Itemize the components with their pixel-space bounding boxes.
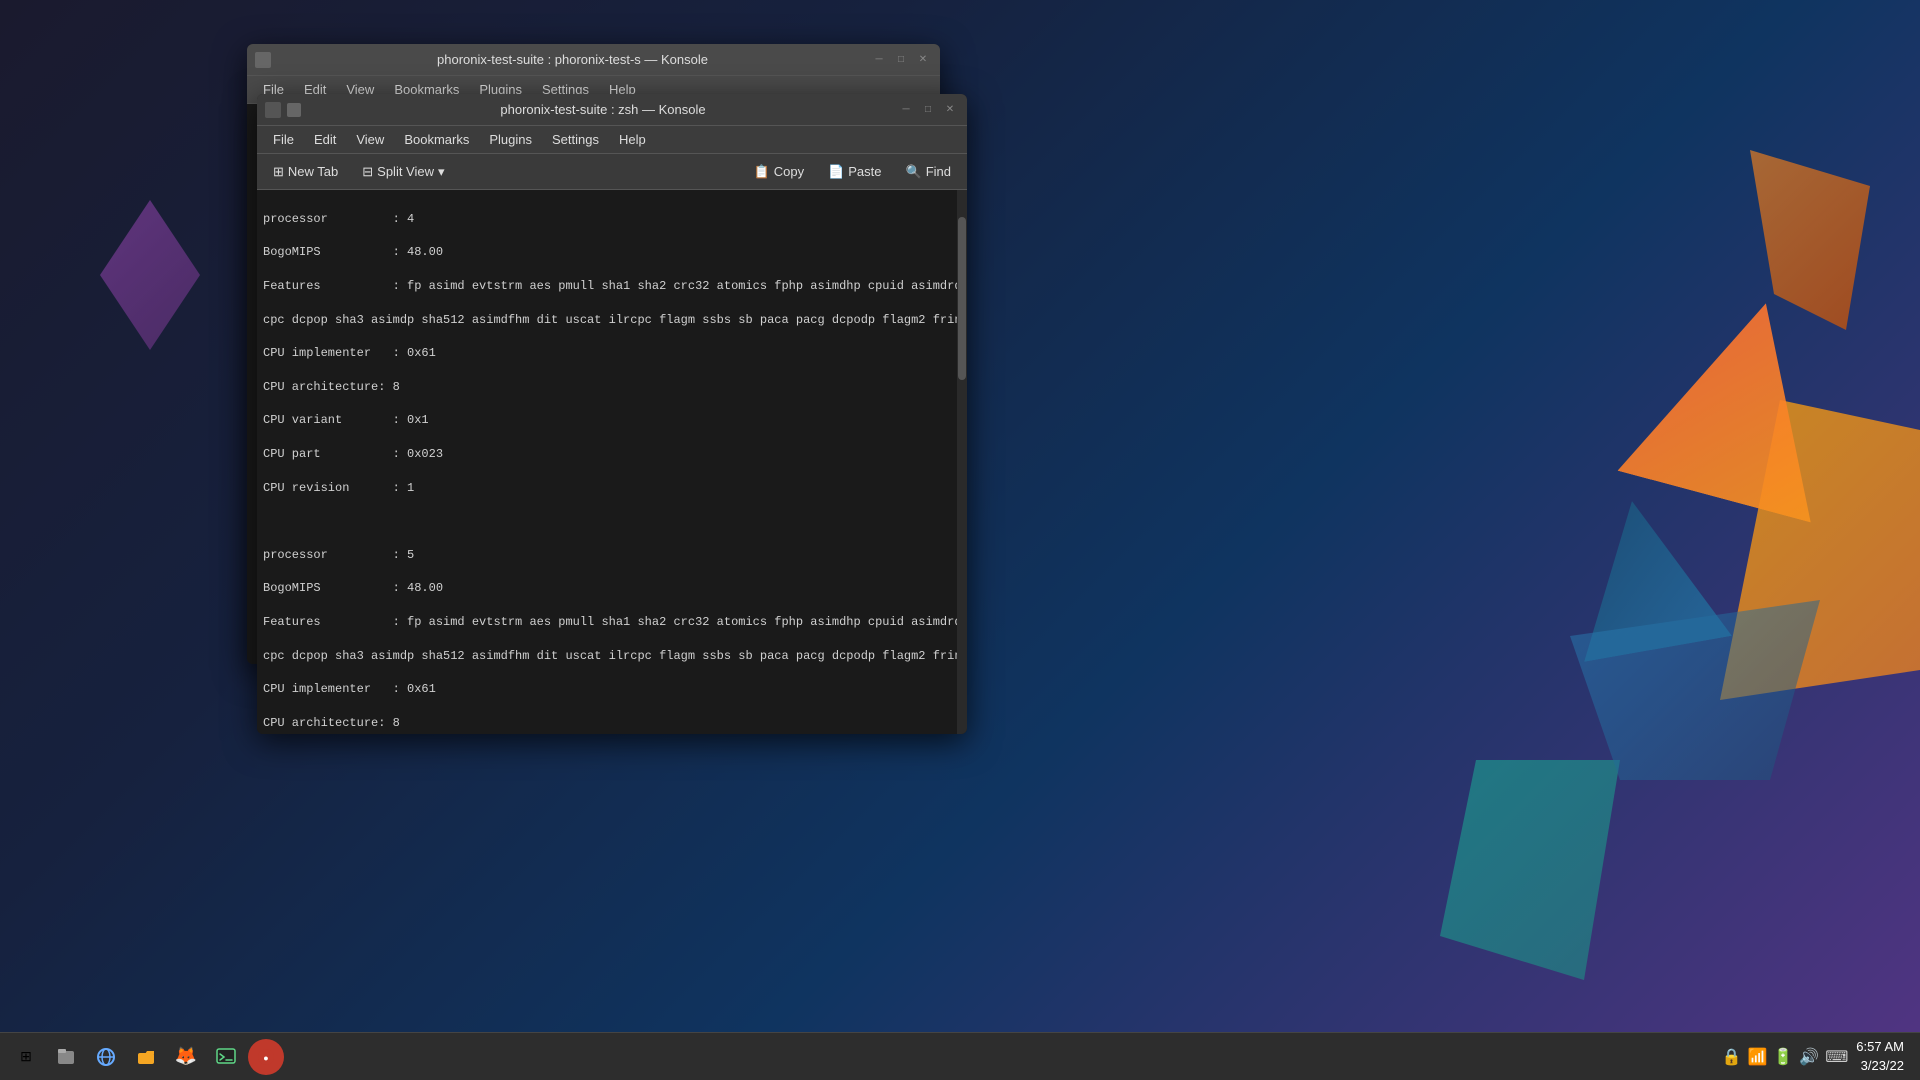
taskbar-browser-icon[interactable]: [88, 1039, 124, 1075]
term-line-16: CPU architecture: 8: [263, 715, 961, 732]
desktop: phoronix-test-suite : phoronix-test-s — …: [0, 0, 1920, 1080]
split-view-button[interactable]: ⊟ Split View ▾: [354, 161, 452, 183]
svg-text:●: ●: [263, 1053, 268, 1063]
close-button-fg[interactable]: ✕: [941, 101, 959, 119]
split-view-arrow: ▾: [438, 164, 445, 180]
maximize-button-fg[interactable]: □: [919, 101, 937, 119]
taskbar-right: 🔒 📶 🔋 🔊 ⌨ 6:57 AM 3/23/22: [1722, 1038, 1912, 1074]
scrollbar-thumb[interactable]: [958, 217, 966, 380]
menu-view-fg[interactable]: View: [348, 130, 392, 149]
find-label: Find: [926, 164, 951, 179]
clock-date: 3/23/22: [1856, 1057, 1904, 1075]
term-line-12: BogoMIPS : 48.00: [263, 580, 961, 597]
find-icon: 🔍: [906, 164, 922, 180]
taskbar-clock[interactable]: 6:57 AM 3/23/22: [1856, 1038, 1904, 1074]
volume-icon: 🔊: [1799, 1047, 1819, 1067]
paste-button[interactable]: 📄 Paste: [820, 161, 889, 183]
term-line-11: processor : 5: [263, 547, 961, 564]
term-line-14: cpc dcpop sha3 asimdp sha512 asimdfhm di…: [263, 648, 961, 665]
copy-icon: 📋: [754, 164, 770, 180]
window-controls-fg[interactable]: ─ □ ✕: [897, 101, 959, 119]
copy-label: Copy: [774, 164, 804, 179]
deco-shape-3: [1750, 150, 1870, 330]
new-tab-button[interactable]: ⊞ New Tab: [265, 161, 346, 183]
term-line-10: [263, 513, 961, 530]
minimize-button-bg[interactable]: ─: [870, 51, 888, 69]
menu-bookmarks-fg[interactable]: Bookmarks: [396, 130, 477, 149]
deco-shape-5: [100, 200, 200, 350]
menu-bar-fg: File Edit View Bookmarks Plugins Setting…: [257, 126, 967, 154]
keyring-icon: 🔒: [1722, 1047, 1742, 1067]
window-title-bg: phoronix-test-suite : phoronix-test-s — …: [275, 52, 870, 67]
paste-label: Paste: [848, 164, 881, 179]
find-button[interactable]: 🔍 Find: [898, 161, 959, 183]
split-view-label: Split View: [377, 164, 434, 179]
term-line-7: CPU variant : 0x1: [263, 412, 961, 429]
new-tab-label: New Tab: [288, 164, 338, 179]
term-line-2: BogoMIPS : 48.00: [263, 244, 961, 261]
term-line-4: cpc dcpop sha3 asimdp sha512 asimdfhm di…: [263, 312, 961, 329]
maximize-button-bg[interactable]: □: [892, 51, 910, 69]
paste-icon: 📄: [828, 164, 844, 180]
menu-plugins-fg[interactable]: Plugins: [481, 130, 540, 149]
window-icon-bg: [255, 52, 271, 68]
terminal-output-fg: processor : 4 BogoMIPS : 48.00 Features …: [257, 190, 967, 734]
menu-file-fg[interactable]: File: [265, 130, 302, 149]
scrollbar[interactable]: [957, 190, 967, 734]
toolbar-fg: ⊞ New Tab ⊟ Split View ▾ 📋 Copy 📄 Paste …: [257, 154, 967, 190]
terminal-content-fg[interactable]: processor : 4 BogoMIPS : 48.00 Features …: [257, 190, 967, 734]
term-line-15: CPU implementer : 0x61: [263, 681, 961, 698]
battery-icon: 🔋: [1773, 1047, 1793, 1067]
taskbar-files-icon[interactable]: [48, 1039, 84, 1075]
taskbar-left: ⊞ 🦊 ●: [8, 1039, 1722, 1075]
term-line-6: CPU architecture: 8: [263, 379, 961, 396]
term-line-9: CPU revision : 1: [263, 480, 961, 497]
term-line-1: processor : 4: [263, 211, 961, 228]
new-tab-icon: ⊞: [273, 164, 284, 180]
network-icon: 📶: [1747, 1047, 1767, 1067]
term-line-3: Features : fp asimd evtstrm aes pmull sh…: [263, 278, 961, 295]
taskbar-firefox-icon[interactable]: 🦊: [168, 1039, 204, 1075]
menu-help-fg[interactable]: Help: [611, 130, 654, 149]
taskbar-app-icon[interactable]: ●: [248, 1039, 284, 1075]
window-icon-fg: [265, 102, 281, 118]
titlebar-bg: phoronix-test-suite : phoronix-test-s — …: [247, 44, 940, 76]
window-icon-fg2: [287, 103, 301, 117]
taskbar: ⊞ 🦊 ● 🔒 📶 🔋 🔊 ⌨: [0, 1032, 1920, 1080]
keyboard-icon: ⌨: [1825, 1047, 1848, 1067]
term-line-13: Features : fp asimd evtstrm aes pmull sh…: [263, 614, 961, 631]
term-line-8: CPU part : 0x023: [263, 446, 961, 463]
menu-edit-fg[interactable]: Edit: [306, 130, 344, 149]
window-title-fg: phoronix-test-suite : zsh — Konsole: [309, 102, 897, 117]
close-button-bg[interactable]: ✕: [914, 51, 932, 69]
taskbar-folder-icon[interactable]: [128, 1039, 164, 1075]
term-line-5: CPU implementer : 0x61: [263, 345, 961, 362]
split-view-icon: ⊟: [362, 164, 373, 180]
titlebar-fg: phoronix-test-suite : zsh — Konsole ─ □ …: [257, 94, 967, 126]
menu-settings-fg[interactable]: Settings: [544, 130, 607, 149]
deco-shape-4: [1440, 760, 1620, 980]
clock-time: 6:57 AM: [1856, 1038, 1904, 1056]
activities-icon[interactable]: ⊞: [8, 1039, 44, 1075]
window-controls-bg[interactable]: ─ □ ✕: [870, 51, 932, 69]
window-foreground: phoronix-test-suite : zsh — Konsole ─ □ …: [257, 94, 967, 734]
taskbar-terminal-icon[interactable]: [208, 1039, 244, 1075]
copy-button[interactable]: 📋 Copy: [746, 161, 813, 183]
minimize-button-fg[interactable]: ─: [897, 101, 915, 119]
taskbar-sys-icons: 🔒 📶 🔋 🔊 ⌨: [1722, 1047, 1849, 1067]
